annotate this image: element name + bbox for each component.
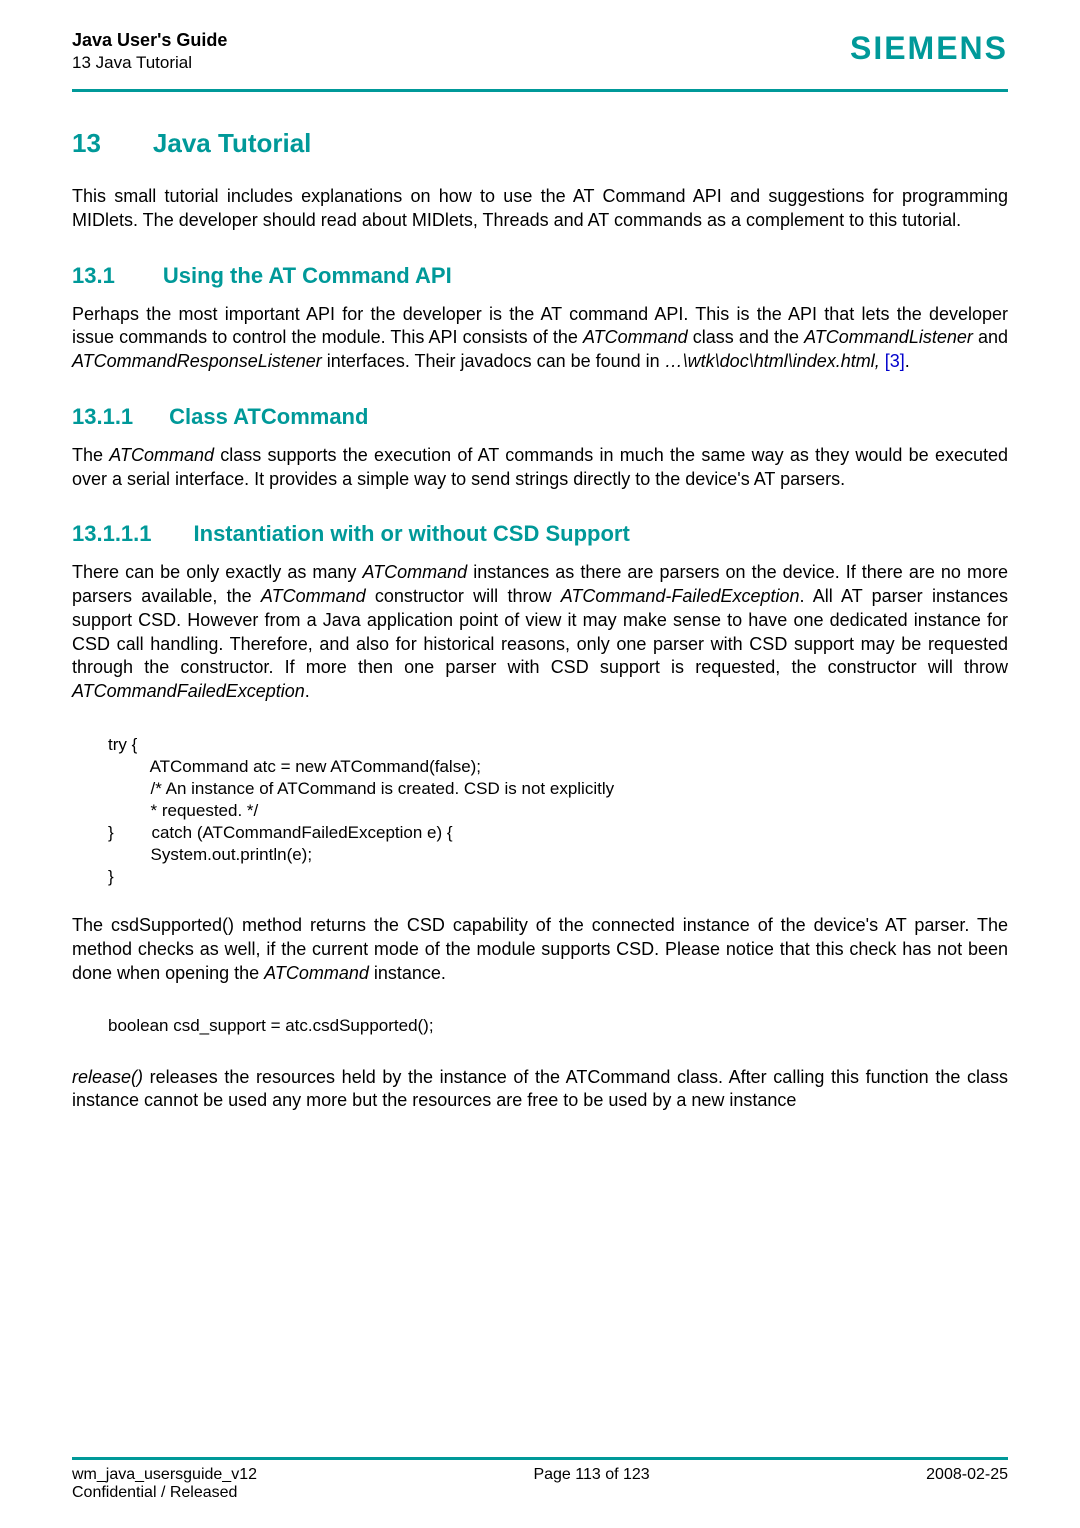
section-reference: 13 Java Tutorial — [72, 53, 227, 73]
section-number: 13.1 — [72, 263, 115, 289]
footer-rule — [72, 1457, 1008, 1460]
page-number: Page 113 of 123 — [533, 1466, 649, 1502]
section-13-1-para: Perhaps the most important API for the d… — [72, 303, 1008, 374]
release-para: release() releases the resources held by… — [72, 1066, 1008, 1114]
subsubsection-number: 13.1.1.1 — [72, 521, 152, 547]
text: and — [973, 327, 1008, 347]
footer-left: wm_java_usersguide_v12 Confidential / Re… — [72, 1466, 257, 1502]
italic-path: …\wtk\doc\html\index.html, — [665, 351, 880, 371]
text: There can be only exactly as many — [72, 562, 362, 582]
section-13-1-1-1-heading: 13.1.1.1 Instantiation with or without C… — [72, 521, 1008, 547]
chapter-intro: This small tutorial includes explanation… — [72, 185, 1008, 233]
section-13-1-1-heading: 13.1.1 Class ATCommand — [72, 404, 1008, 430]
text: class and the — [688, 327, 804, 347]
italic-term: ATCommandListener — [804, 327, 973, 347]
doc-id: wm_java_usersguide_v12 — [72, 1466, 257, 1484]
chapter-heading: 13 Java Tutorial — [72, 128, 1008, 159]
text: interfaces. Their javadocs can be found … — [322, 351, 665, 371]
guide-title: Java User's Guide — [72, 30, 227, 51]
text: . — [305, 681, 310, 701]
subsection-title: Class ATCommand — [169, 404, 368, 430]
doc-date: 2008-02-25 — [926, 1466, 1008, 1502]
text: releases the resources held by the insta… — [72, 1067, 1008, 1111]
text: The — [72, 445, 109, 465]
italic-term: ATCommand-FailedException — [561, 586, 800, 606]
code-line-csd-support: boolean csd_support = atc.csdSupported()… — [108, 1016, 1008, 1036]
text: instance. — [369, 963, 446, 983]
doc-status: Confidential / Released — [72, 1484, 257, 1502]
section-13-1-heading: 13.1 Using the AT Command API — [72, 263, 1008, 289]
text: . — [905, 351, 910, 371]
italic-term: ATCommand — [264, 963, 369, 983]
csd-supported-para: The csdSupported() method returns the CS… — [72, 914, 1008, 985]
section-title: Using the AT Command API — [163, 263, 452, 289]
page-header: Java User's Guide 13 Java Tutorial SIEME… — [72, 30, 1008, 85]
chapter-number: 13 — [72, 128, 101, 159]
italic-term: ATCommand — [261, 586, 366, 606]
subsection-number: 13.1.1 — [72, 404, 133, 430]
header-rule — [72, 89, 1008, 92]
section-13-1-1-para: The ATCommand class supports the executi… — [72, 444, 1008, 492]
subsubsection-title: Instantiation with or without CSD Suppor… — [194, 521, 630, 547]
brand-logo: SIEMENS — [850, 30, 1008, 67]
page-footer: wm_java_usersguide_v12 Confidential / Re… — [72, 1449, 1008, 1502]
italic-term: ATCommand — [109, 445, 214, 465]
code-block-try-catch: try { ATCommand atc = new ATCommand(fals… — [108, 734, 1008, 889]
italic-term: ATCommandFailedException — [72, 681, 305, 701]
text: The csdSupported() method returns the CS… — [72, 915, 1008, 983]
text: constructor will throw — [366, 586, 561, 606]
chapter-title: Java Tutorial — [153, 128, 311, 159]
italic-term: ATCommandResponseListener — [72, 351, 322, 371]
italic-term: ATCommand — [583, 327, 688, 347]
section-13-1-1-1-para: There can be only exactly as many ATComm… — [72, 561, 1008, 704]
reference-link[interactable]: [3] — [880, 351, 905, 371]
header-left: Java User's Guide 13 Java Tutorial — [72, 30, 227, 73]
italic-term: ATCommand — [362, 562, 467, 582]
italic-term: release() — [72, 1067, 143, 1087]
